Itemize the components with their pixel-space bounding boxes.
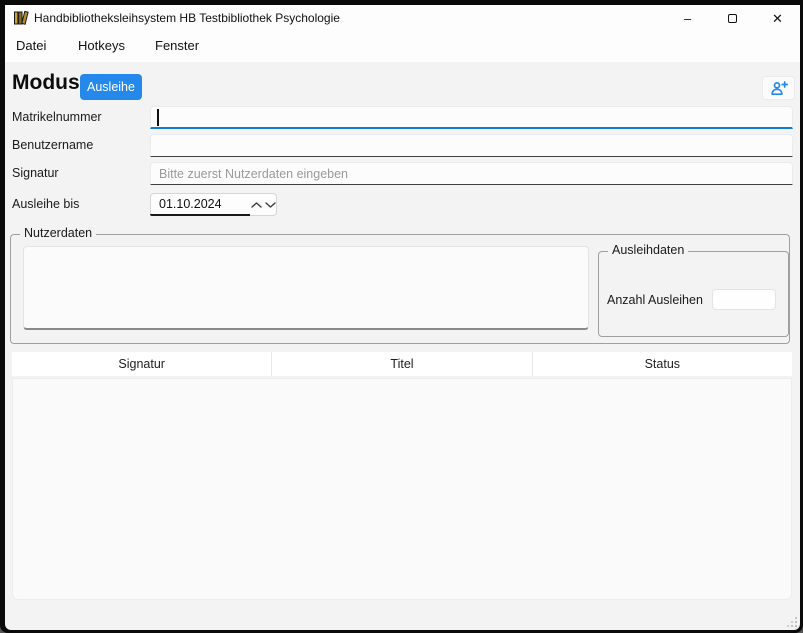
modus-heading: Modus [12, 71, 80, 95]
ausleihe-bis-label: Ausleihe bis [12, 193, 79, 216]
ausleihe-mode-button[interactable]: Ausleihe [80, 74, 142, 100]
window-controls: – ✕ [665, 5, 800, 32]
ausleihe-bis-date-spinner[interactable]: 01.10.2024 [150, 193, 277, 216]
close-icon: ✕ [772, 11, 783, 27]
column-header-status[interactable]: Status [533, 352, 792, 376]
column-header-titel[interactable]: Titel [272, 352, 532, 376]
date-underline [150, 214, 250, 216]
matrikelnummer-label: Matrikelnummer [12, 106, 102, 129]
text-caret [157, 109, 159, 126]
date-decrement-button[interactable] [263, 194, 277, 215]
nutzerdaten-textarea[interactable] [23, 246, 589, 330]
nutzerdaten-groupbox: Nutzerdaten Ausleihdaten Anzahl Ausleihe… [10, 234, 790, 344]
date-increment-button[interactable] [249, 194, 263, 215]
ausleihdaten-groupbox: Ausleihdaten Anzahl Ausleihen [598, 251, 789, 337]
person-add-icon [770, 81, 788, 96]
window-title: Handbibliotheksleihsystem HB Testbibliot… [34, 5, 340, 31]
menu-item-fenster[interactable]: Fenster [151, 33, 203, 59]
column-header-signatur[interactable]: Signatur [12, 352, 272, 376]
signatur-label: Signatur [12, 162, 59, 185]
menu-bar: Datei Hotkeys Fenster [5, 33, 800, 59]
add-user-button[interactable] [762, 76, 795, 100]
nutzerdaten-title: Nutzerdaten [20, 226, 96, 241]
matrikelnummer-input[interactable] [150, 106, 793, 129]
app-window: Handbibliotheksleihsystem HB Testbibliot… [0, 0, 803, 633]
minimize-icon: – [684, 11, 691, 26]
ausleihdaten-title: Ausleihdaten [608, 243, 688, 258]
title-bar: Handbibliotheksleihsystem HB Testbibliot… [5, 5, 800, 62]
resize-grip-icon[interactable] [787, 617, 798, 628]
table-body [12, 378, 792, 600]
chevron-up-icon [251, 202, 262, 208]
maximize-button[interactable] [710, 5, 755, 32]
benutzername-input[interactable] [150, 134, 793, 157]
table-header: Signatur Titel Status [12, 352, 792, 376]
menu-item-datei[interactable]: Datei [12, 33, 50, 59]
window-inner: Handbibliotheksleihsystem HB Testbibliot… [5, 5, 800, 630]
minimize-button[interactable]: – [665, 5, 710, 32]
maximize-icon [728, 14, 737, 23]
chevron-down-icon [265, 202, 276, 208]
books-icon [13, 10, 29, 26]
close-button[interactable]: ✕ [755, 5, 800, 32]
menu-item-hotkeys[interactable]: Hotkeys [74, 33, 129, 59]
benutzername-label: Benutzername [12, 134, 93, 157]
signatur-input[interactable] [150, 162, 793, 185]
anzahl-ausleihen-input[interactable] [712, 289, 776, 310]
date-value[interactable]: 01.10.2024 [159, 194, 222, 215]
anzahl-ausleihen-label: Anzahl Ausleihen [607, 292, 703, 308]
